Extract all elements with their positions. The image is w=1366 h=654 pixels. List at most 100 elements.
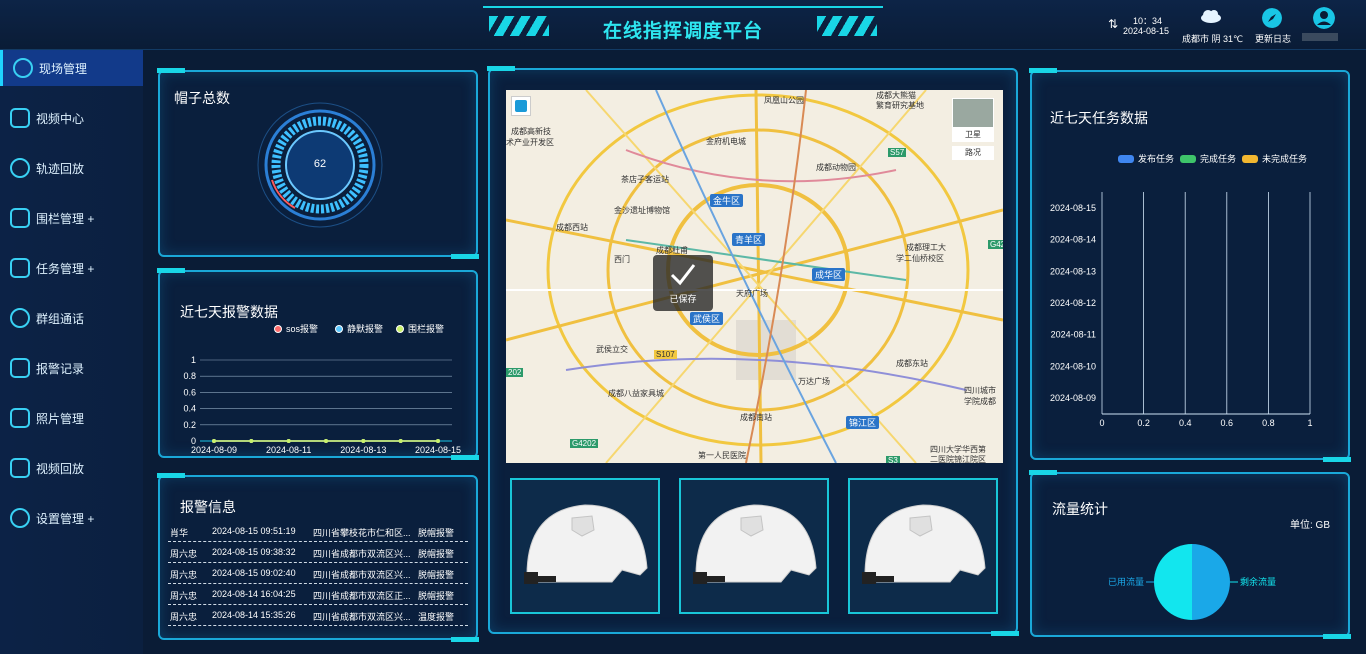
alarm-time: 2024-08-14 15:35:26: [212, 610, 296, 620]
y-tick-label: 2024-08-13: [1050, 266, 1096, 276]
task-chart-panel: 近七天任务数据 发布任务 完成任务 未完成任务 0 0.2 0.4 0.6 0.8 1 20…: [1029, 68, 1351, 462]
sidebar-item-label: 群组通话: [36, 311, 85, 326]
alarm-location: 四川省攀枝花市仁和区...: [313, 528, 411, 538]
map-label: 西门: [614, 255, 630, 264]
sidebar-item-task-management[interactable]: 任务管理 +: [0, 250, 143, 286]
user-avatar-icon[interactable]: [1313, 7, 1335, 29]
map-label: 茶店子客运站: [621, 175, 669, 184]
x-tick-label: 0.8: [1262, 418, 1275, 428]
sidebar-item-photo-management[interactable]: 照片管理: [0, 400, 143, 436]
legend-label: 围栏报警: [408, 324, 445, 334]
road-shield: S3: [886, 456, 900, 463]
sidebar-item-group-call[interactable]: 群组通话: [0, 300, 143, 336]
sidebar-item-fence-management[interactable]: 围栏管理 +: [0, 200, 143, 236]
y-tick-label: 2024-08-15: [1050, 203, 1096, 213]
helmet-card[interactable]: [679, 478, 829, 614]
helmet-total-title: 帽子总数: [174, 90, 230, 106]
legend-sos: sos报警: [274, 322, 318, 335]
x-tick-label: 0: [1099, 418, 1104, 428]
alarm-person: 周六忠: [170, 591, 198, 601]
alarm-time: 2024-08-14 16:04:25: [212, 589, 296, 599]
road-shield: 202: [506, 368, 524, 377]
satellite-button[interactable]: 卫星: [952, 128, 994, 142]
sidebar-item-site-management[interactable]: 现场管理: [0, 50, 143, 86]
map-district: 青羊区: [732, 233, 766, 246]
app-title: 在线指挥调度平台: [602, 21, 763, 42]
alarm-time: 2024-08-15 09:38:32: [212, 547, 296, 557]
alarm-chart-panel: 近七天报警数据 sos报警 静默报警 围栏报警 0 0.2 0.4 0.6 0.8 1 20…: [157, 268, 479, 460]
sidebar-item-label: 设置管理 +: [36, 511, 95, 526]
y-tick-label: 2024-08-10: [1050, 361, 1096, 371]
data-point: [436, 439, 440, 443]
sidebar-item-label: 视频回放: [36, 461, 85, 476]
table-row[interactable]: 周六忠 2024-08-15 09:02:40 四川省成都市双流区兴... 脱帽…: [168, 563, 468, 584]
data-point: [286, 439, 291, 443]
legend-label: 发布任务: [1138, 154, 1175, 164]
sidebar-item-settings[interactable]: 设置管理 +: [0, 500, 143, 536]
grid-icon: [10, 258, 30, 278]
legend-swatch: [335, 324, 343, 333]
sidebar-item-video-playback[interactable]: 视频回放: [0, 450, 143, 486]
helmet-image: [693, 504, 817, 584]
map-label: 成都理工大: [906, 243, 946, 252]
map-label: 金沙遗址博物馆: [614, 206, 670, 215]
task-chart-title: 近七天任务数据: [1050, 110, 1148, 126]
table-row[interactable]: 肖华 2024-08-15 09:51:19 四川省攀枝花市仁和区... 脱帽报…: [168, 521, 468, 542]
map-label: 第一人民医院: [698, 451, 746, 460]
alarm-time: 2024-08-15 09:02:40: [212, 568, 296, 578]
sidebar-item-label: 照片管理: [36, 411, 85, 426]
fullscreen-button[interactable]: [511, 96, 531, 116]
sidebar-item-alarm-records[interactable]: 报警记录: [0, 350, 143, 386]
alarm-type: 脱帽报警: [418, 570, 455, 580]
x-tick-label: 0.4: [1179, 418, 1192, 428]
map-label: 成都西站: [556, 223, 588, 232]
sidebar-item-track-playback[interactable]: 轨迹回放: [0, 150, 143, 186]
helmet-card[interactable]: [848, 478, 998, 614]
map-district: 锦江区: [846, 416, 880, 429]
sidebar-item-label: 现场管理: [39, 61, 88, 76]
map-view[interactable]: 卫星 路况 成都高新技 术产业开发区 凤凰山公园 成都大熊猫 繁育研究基地 金府…: [506, 90, 1003, 463]
map-district: 金牛区: [710, 194, 744, 207]
map-label: 凤凰山公园: [764, 96, 804, 105]
map-roads: [506, 90, 1003, 463]
map-label: 成都南站: [740, 413, 772, 422]
satellite-thumbnail[interactable]: [952, 98, 994, 128]
y-tick-label: 1: [191, 355, 196, 365]
pie-label: 剩余流量: [1240, 576, 1276, 587]
y-tick-label: 2024-08-09: [1050, 393, 1096, 403]
map-label: 天府广场: [736, 289, 768, 298]
data-point: [249, 439, 254, 443]
legend-published: 发布任务: [1118, 152, 1174, 165]
map-label: 学二仙桥校区: [896, 254, 944, 263]
x-tick-label: 0.2: [1137, 418, 1150, 428]
map-district: 武侯区: [690, 312, 724, 325]
traffic-stats-panel: 流量统计 单位: GB 已用流量 剩余流量: [1029, 470, 1351, 639]
task-bar-chart: 0 0.2 0.4 0.6 0.8 1 2024-08-09 2024-08-10 2024-0…: [1050, 192, 1313, 428]
y-tick-label: 2024-08-11: [1051, 330, 1096, 340]
table-row[interactable]: 周六忠 2024-08-15 09:38:32 四川省成都市双流区兴... 脱帽…: [168, 542, 468, 563]
alarm-icon: [10, 358, 30, 378]
table-row[interactable]: 周六忠 2024-08-14 15:35:26 四川省成都市双流区兴... 温度…: [168, 605, 468, 626]
compass-icon[interactable]: [1262, 8, 1282, 28]
y-tick-label: 0.2: [183, 420, 196, 430]
sidebar-item-label: 任务管理 +: [36, 261, 95, 276]
data-point: [212, 439, 216, 443]
sidebar-item-video-center[interactable]: 视频中心: [0, 100, 143, 136]
alarm-chart-title: 近七天报警数据: [180, 304, 278, 320]
table-row[interactable]: 周六忠 2024-08-14 16:04:25 四川省成都市双流区正... 脱帽…: [168, 584, 468, 605]
alarm-location: 四川省成都市双流区正...: [313, 591, 411, 601]
sidebar-item-label: 围栏管理 +: [36, 211, 95, 226]
traffic-button[interactable]: 路况: [952, 146, 994, 160]
legend-fence: 围栏报警: [396, 322, 444, 335]
map-label: 繁育研究基地: [876, 101, 924, 110]
pie-label: 已用流量: [1108, 576, 1144, 587]
helmet-total-panel: 帽子总数 62: [157, 68, 479, 259]
sidebar-item-label: 视频中心: [36, 111, 85, 126]
helmet-card[interactable]: [510, 478, 660, 614]
group-icon: [10, 308, 30, 328]
alarm-type: 脱帽报警: [418, 549, 455, 559]
map-label: 二医院锦江院区: [930, 455, 986, 463]
changelog-link[interactable]: 更新日志: [1255, 32, 1291, 45]
map-label: 成都八益家具城: [608, 389, 664, 398]
top-bar: 在线指挥调度平台 ⇅ 10：34 2024-08-15 成都市 阴 31℃ 更新…: [0, 0, 1366, 50]
